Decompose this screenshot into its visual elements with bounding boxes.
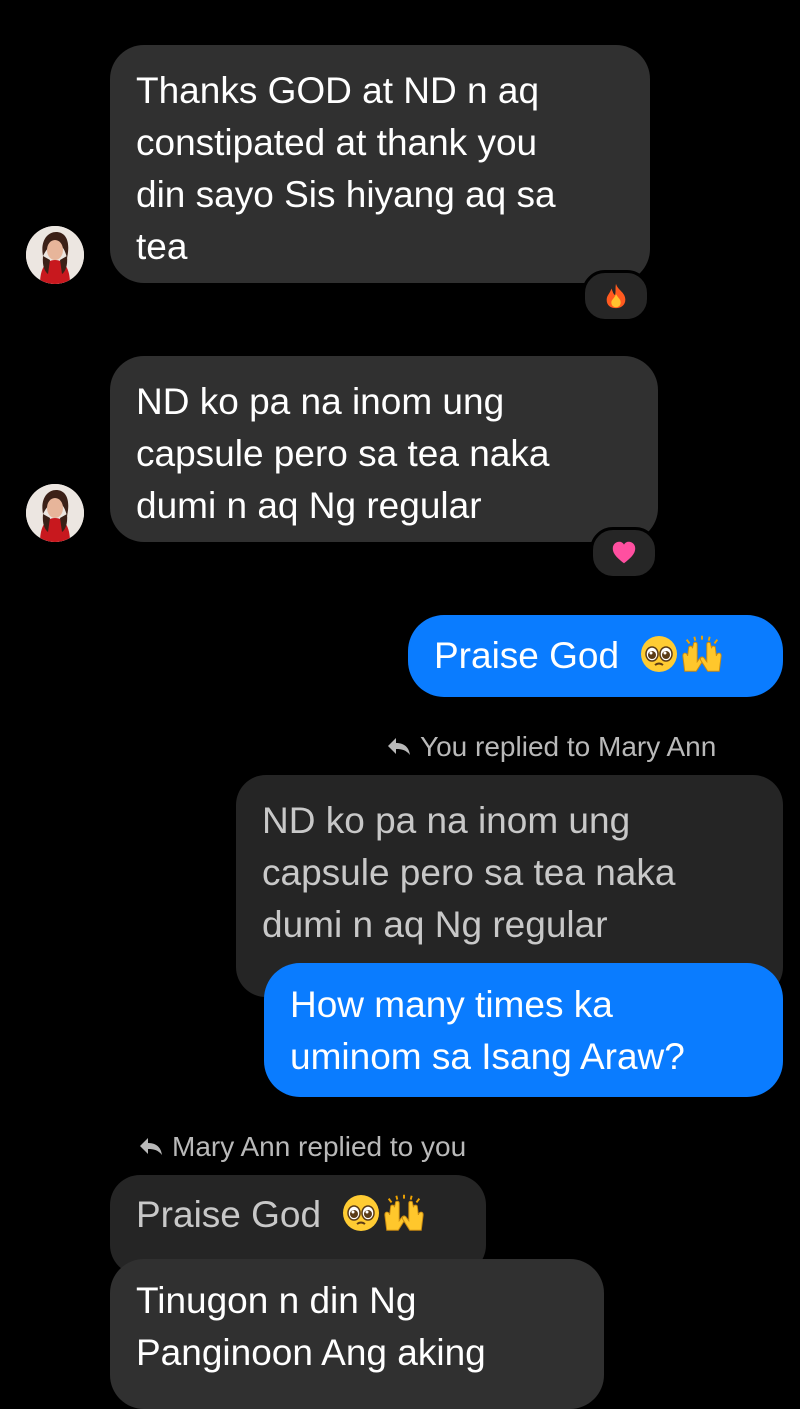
quoted-text: Praise God xyxy=(136,1194,322,1235)
reply-context-label: Mary Ann replied to you xyxy=(138,1130,466,1164)
message-text-line: Tinugon n din Ng xyxy=(136,1280,417,1321)
raising-hands-icon xyxy=(381,1193,427,1233)
message-text-line: Panginoon Ang aking xyxy=(136,1332,486,1373)
fire-icon xyxy=(602,282,630,310)
message-text-line: din sayo Sis hiyang aq sa xyxy=(136,174,556,215)
reply-arrow-icon xyxy=(386,734,412,758)
message-text-line: How many times ka xyxy=(290,984,613,1025)
reply-context-label: You replied to Mary Ann xyxy=(386,730,716,764)
received-message-bubble[interactable]: ND ko pa na inom ung capsule pero sa tea… xyxy=(110,356,658,542)
message-text-line: uminom sa Isang Araw? xyxy=(290,1036,685,1077)
reaction-badge[interactable] xyxy=(582,270,650,322)
message-text-line: tea xyxy=(136,226,188,267)
quoted-text-line: ND ko pa na inom ung xyxy=(262,800,631,841)
pink-heart-icon xyxy=(610,539,638,567)
reply-context-text: You replied to Mary Ann xyxy=(420,731,717,762)
contact-avatar-image xyxy=(26,226,84,284)
message-text: Praise God xyxy=(434,635,620,676)
sent-message-bubble[interactable]: Praise God xyxy=(408,615,783,697)
reply-context-text: Mary Ann replied to you xyxy=(172,1131,467,1162)
pleading-face-icon xyxy=(639,634,679,674)
message-text-line: Thanks GOD at ND n aq xyxy=(136,70,540,111)
contact-avatar-image xyxy=(26,484,84,542)
reaction-badge[interactable] xyxy=(590,527,658,579)
quoted-text-line: capsule pero sa tea naka xyxy=(262,852,676,893)
raising-hands-icon xyxy=(679,634,725,674)
contact-avatar[interactable] xyxy=(26,226,84,284)
message-text-line: capsule pero sa tea naka xyxy=(136,433,550,474)
message-text-line: dumi n aq Ng regular xyxy=(136,485,482,526)
quoted-text-line: dumi n aq Ng regular xyxy=(262,904,608,945)
message-text-line: constipated at thank you xyxy=(136,122,538,163)
received-message-bubble[interactable]: Thanks GOD at ND n aq constipated at tha… xyxy=(110,45,650,283)
contact-avatar[interactable] xyxy=(26,484,84,542)
sent-message-bubble[interactable]: How many times ka uminom sa Isang Araw? xyxy=(264,963,783,1097)
pleading-face-icon xyxy=(341,1193,381,1233)
reply-arrow-icon xyxy=(138,1134,164,1158)
message-text-line: ND ko pa na inom ung xyxy=(136,381,505,422)
